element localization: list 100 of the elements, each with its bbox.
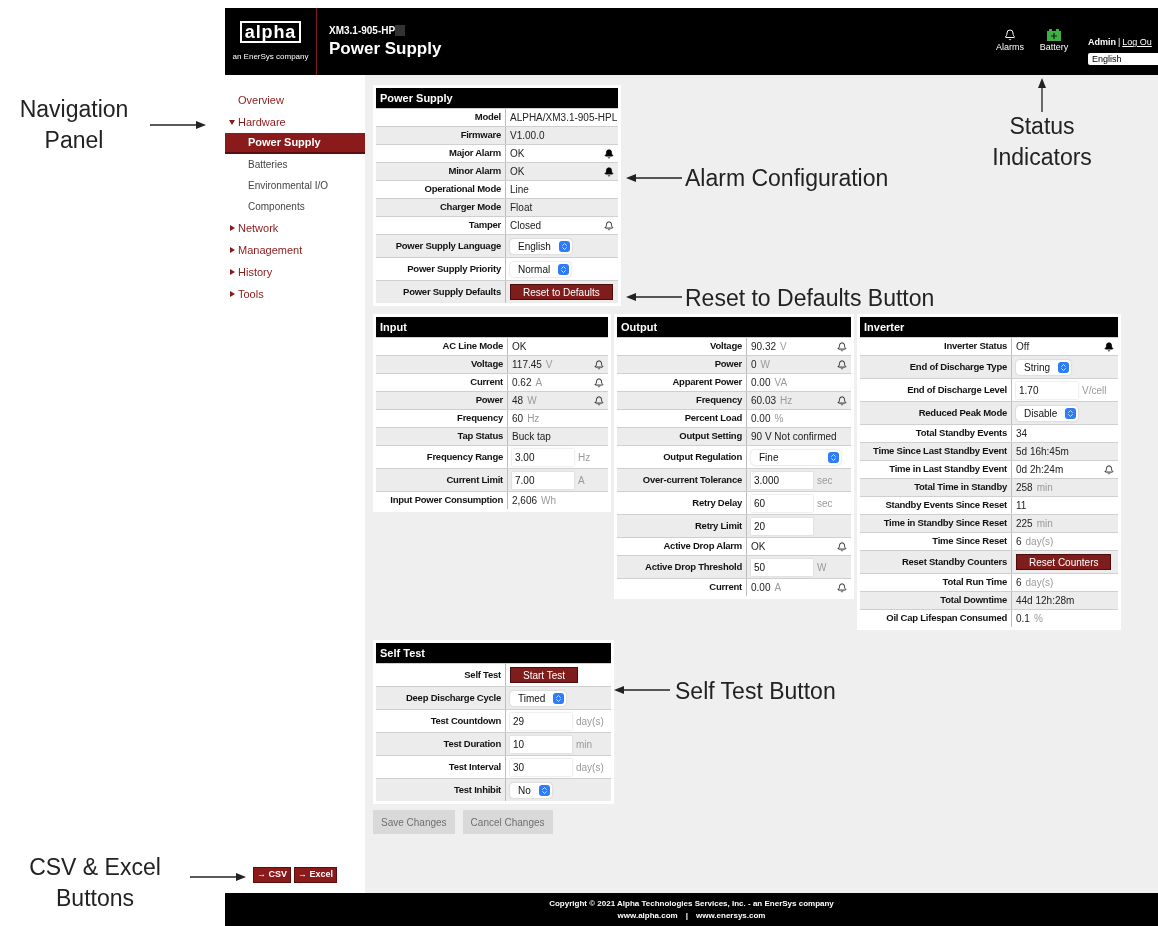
field-label: Deep Discharge Cycle <box>405 690 501 705</box>
unit-label: W <box>527 394 537 408</box>
callout-label: Alarm Configuration <box>685 164 889 193</box>
field-label: Inverter Status <box>944 339 1007 354</box>
value-text: 5d 16h:45m <box>1016 445 1069 459</box>
field-label: Active Drop Alarm <box>663 539 742 554</box>
field-label: Current <box>470 375 503 390</box>
field-label: Over-current Tolerance <box>642 472 742 487</box>
select-field[interactable]: Disable <box>1016 405 1079 421</box>
nav-subitem[interactable]: Components <box>225 196 365 217</box>
field-label: Reduced Peak Mode <box>918 405 1007 420</box>
unit-label: W <box>760 358 770 372</box>
field-label: Current <box>709 580 742 595</box>
field-label: Retry Limit <box>695 518 742 533</box>
stepper-icon <box>558 240 570 252</box>
input-field[interactable]: 60 <box>751 494 813 512</box>
field-label: Time in Standby Since Reset <box>883 516 1007 531</box>
action-button[interactable]: Reset to Defaults <box>510 284 613 300</box>
panel-title: Inverter <box>860 317 1118 337</box>
select-field[interactable]: Timed <box>510 690 567 706</box>
callout-label: CSV & Excel Buttons <box>28 853 162 913</box>
field-label: Standby Events Since Reset <box>885 498 1007 513</box>
language-select[interactable]: English <box>1088 52 1158 65</box>
unit-label: min <box>1036 481 1053 495</box>
unit-label: A <box>774 581 782 595</box>
copyright-text: Copyright © 2021 Alpha Technologies Services, Inc. - an EnerSys company <box>549 897 834 910</box>
value-text: OK <box>510 165 525 179</box>
field-label: Input Power Consumption <box>390 493 503 508</box>
unit-label: V <box>545 358 553 372</box>
value-text: OK <box>510 147 525 161</box>
redaction-block <box>395 25 406 37</box>
stepper-icon <box>553 692 565 704</box>
input-field[interactable]: 20 <box>751 517 813 535</box>
input-field[interactable]: 1.70 <box>1016 381 1078 399</box>
field-label: End of Discharge Type <box>909 359 1007 374</box>
arrow <box>150 120 206 130</box>
nav-item[interactable]: Network <box>238 219 279 237</box>
unit-label: VA <box>774 376 788 390</box>
arrow <box>626 173 682 183</box>
nav-subitem[interactable]: Power Supply <box>225 133 365 154</box>
input-field[interactable]: 7.00 <box>512 471 574 489</box>
value-text: Closed <box>510 219 542 233</box>
input-field[interactable]: 3.000 <box>751 471 813 489</box>
panel-title: Input <box>376 317 608 337</box>
status-indicator[interactable]: Battery <box>1036 28 1072 55</box>
select-field[interactable]: English <box>510 238 572 254</box>
model-text: XM3.1-905-HP <box>329 24 396 39</box>
field-label: Power Supply Defaults <box>403 284 501 299</box>
footer-link[interactable]: www.alpha.com <box>617 909 678 922</box>
field-label: Test Inhibit <box>453 782 501 797</box>
value-text: Buck tap <box>512 430 551 444</box>
input-field[interactable]: 30 <box>510 758 572 776</box>
field-label: Frequency <box>696 393 742 408</box>
value-text: 0.00 <box>751 581 771 595</box>
nav-item[interactable]: Hardware <box>238 113 286 131</box>
input-field[interactable]: 3.00 <box>512 448 574 466</box>
logo-tagline: an EnerSys company <box>232 50 309 63</box>
nav-subitem[interactable]: Environmental I/O <box>225 175 365 196</box>
footer-link[interactable]: www.enersys.com <box>695 909 766 922</box>
export-button[interactable]: → Excel <box>294 867 338 883</box>
stepper-icon <box>1065 407 1077 419</box>
action-button[interactable]: Start Test <box>510 667 579 683</box>
select-field[interactable]: Normal <box>510 261 572 277</box>
input-field[interactable]: 29 <box>510 712 572 730</box>
bell-icon <box>1004 28 1016 41</box>
stepper-icon <box>558 263 570 275</box>
nav-item[interactable]: Management <box>238 241 303 259</box>
value-text: 60.03 <box>751 394 777 408</box>
field-label: Power <box>475 393 503 408</box>
field-label: AC Line Mode <box>442 339 503 354</box>
panel-title: Power Supply <box>376 88 618 108</box>
nav-item[interactable]: Overview <box>238 91 284 109</box>
value-text: 0.00 <box>751 412 771 426</box>
value-text: 34 <box>1016 427 1028 441</box>
field-label: Firmware <box>460 128 501 143</box>
logout-link[interactable]: Log Ou <box>1122 36 1152 50</box>
nav-item[interactable]: History <box>238 263 273 281</box>
value-text: 2,606 <box>512 494 538 508</box>
separator: | <box>685 909 688 922</box>
separator: | <box>1118 36 1121 50</box>
export-button[interactable]: → CSV <box>253 867 291 883</box>
value-text: 0 <box>751 358 757 372</box>
callout-label: Status Indicators <box>991 112 1093 172</box>
battery-icon <box>1046 28 1062 41</box>
nav-subitem[interactable]: Batteries <box>225 154 365 175</box>
select-field[interactable]: String <box>1016 359 1072 375</box>
action-button[interactable]: Reset Counters <box>1016 554 1112 570</box>
input-field[interactable]: 50 <box>751 558 813 576</box>
status-indicator[interactable]: Alarms <box>992 28 1028 55</box>
arrow <box>1037 78 1047 112</box>
select-field[interactable]: Fine <box>751 449 841 465</box>
unit-label: Hz <box>578 450 591 465</box>
field-label: Tap Status <box>457 429 503 444</box>
unit-label: V <box>780 340 787 354</box>
select-field[interactable]: No <box>510 782 552 798</box>
field-label: Self Test <box>464 667 501 682</box>
nav-item[interactable]: Tools <box>238 285 264 303</box>
field-label: Output Setting <box>679 429 742 444</box>
input-field[interactable]: 10 <box>510 735 572 753</box>
field-label: Voltage <box>471 357 503 372</box>
